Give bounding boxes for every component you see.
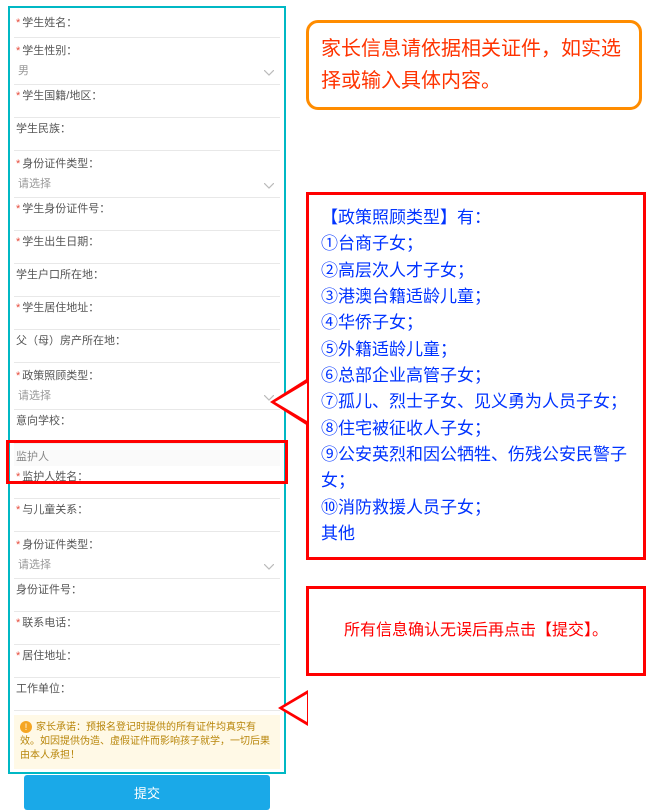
field-guardian-id-type[interactable]: *身份证件类型： 请选择 <box>14 532 280 579</box>
callout2-item-3: ③港澳台籍适龄儿童； <box>321 284 631 310</box>
warning-notice: !家长承诺：预报名登记时提供的所有证件均真实有效。如因提供伪造、虚假证件而影响孩… <box>14 715 280 769</box>
field-hukou[interactable]: 学生户口所在地： <box>14 264 280 297</box>
label-hukou: 学生户口所在地： <box>16 266 278 282</box>
value-id-type: 请选择 <box>16 175 278 191</box>
field-student-gender[interactable]: *学生性别： 男 <box>14 38 280 85</box>
field-student-name[interactable]: *学生姓名： <box>14 10 280 38</box>
label-guardian-idno: 身份证件号： <box>16 581 278 597</box>
callout2-tail <box>270 378 308 426</box>
section-guardian: 监护人 <box>14 443 280 466</box>
label-intended-school: 意向学校： <box>16 412 278 428</box>
field-contact-phone[interactable]: *联系电话： <box>14 612 280 645</box>
callout2-item-10: ⑩消防救援人员子女； <box>321 495 631 521</box>
callout2-item-5: ⑤外籍适龄儿童； <box>321 337 631 363</box>
submit-label: 提交 <box>134 786 160 801</box>
label-student-birth: *学生出生日期： <box>16 233 278 249</box>
warning-text: 家长承诺：预报名登记时提供的所有证件均真实有效。如因提供伪造、虚假证件而影响孩子… <box>20 722 270 761</box>
field-student-idno[interactable]: *学生身份证件号： <box>14 198 280 231</box>
value-guardian-id-type: 请选择 <box>16 556 278 572</box>
submit-button[interactable]: 提交 <box>24 775 270 810</box>
field-nationality[interactable]: *学生国籍/地区： <box>14 85 280 118</box>
field-guardian-idno[interactable]: 身份证件号： <box>14 579 280 612</box>
field-residence[interactable]: *学生居住地址： <box>14 297 280 330</box>
field-student-birth[interactable]: *学生出生日期： <box>14 231 280 264</box>
value-policy-type: 请选择 <box>16 387 278 403</box>
label-child-relation: *与儿童关系： <box>16 501 278 517</box>
callout2-item-8: ⑧住宅被征收人子女； <box>321 416 631 442</box>
label-work-unit: 工作单位： <box>16 680 278 696</box>
form-scroll: *学生姓名： *学生性别： 男 *学生国籍/地区： 学生民族： *身份证件类型：… <box>14 10 280 810</box>
label-policy-type: *政策照顾类型： <box>16 367 278 383</box>
chevron-down-icon <box>264 183 274 189</box>
field-intended-school[interactable]: 意向学校： <box>14 410 280 443</box>
chevron-down-icon <box>264 70 274 76</box>
label-residence: *学生居住地址： <box>16 299 278 315</box>
label-guardian-id-type: *身份证件类型： <box>16 536 278 552</box>
callout3-text: 所有信息确认无误后再点击【提交】。 <box>344 622 608 639</box>
field-ethnicity[interactable]: 学生民族： <box>14 118 280 151</box>
label-student-name: *学生姓名： <box>16 14 278 30</box>
callout2-item-9: ⑨公安英烈和因公牺牲、伤残公安民警子女； <box>321 442 631 495</box>
field-child-relation[interactable]: *与儿童关系： <box>14 499 280 532</box>
field-policy-type[interactable]: *政策照顾类型： 请选择 <box>14 363 280 410</box>
field-guardian-name[interactable]: *监护人姓名： <box>14 466 280 499</box>
callout3-tail <box>278 690 308 726</box>
label-parent-property: 父（母）房产所在地： <box>16 332 278 348</box>
callout-policy-types: 【政策照顾类型】有： ①台商子女； ②高层次人才子女； ③港澳台籍适龄儿童； ④… <box>306 192 646 560</box>
label-residence-addr: *居住地址： <box>16 647 278 663</box>
callout2-item-6: ⑥总部企业高管子女； <box>321 363 631 389</box>
label-student-idno: *学生身份证件号： <box>16 200 278 216</box>
callout-guardian-info: 家长信息请依据相关证件，如实选择或输入具体内容。 <box>306 20 642 110</box>
field-id-type[interactable]: *身份证件类型： 请选择 <box>14 151 280 198</box>
callout2-item-1: ①台商子女； <box>321 231 631 257</box>
label-contact-phone: *联系电话： <box>16 614 278 630</box>
label-guardian-name: *监护人姓名： <box>16 468 278 484</box>
callout1-text: 家长信息请依据相关证件，如实选择或输入具体内容。 <box>321 38 621 92</box>
label-nationality: *学生国籍/地区： <box>16 87 278 103</box>
callout2-item-2: ②高层次人才子女； <box>321 258 631 284</box>
field-residence-addr[interactable]: *居住地址： <box>14 645 280 678</box>
phone-form-frame: *学生姓名： *学生性别： 男 *学生国籍/地区： 学生民族： *身份证件类型：… <box>8 6 286 774</box>
callout2-item-4: ④华侨子女； <box>321 310 631 336</box>
value-student-gender: 男 <box>16 62 278 78</box>
callout-submit-note: 所有信息确认无误后再点击【提交】。 <box>306 586 646 676</box>
label-student-gender: *学生性别： <box>16 42 278 58</box>
callout2-item-11: 其他 <box>321 521 631 547</box>
warning-icon: ! <box>20 721 32 733</box>
field-parent-property[interactable]: 父（母）房产所在地： <box>14 330 280 363</box>
field-work-unit[interactable]: 工作单位： <box>14 678 280 711</box>
callout2-item-7: ⑦孤儿、烈士子女、见义勇为人员子女； <box>321 389 631 415</box>
label-id-type: *身份证件类型： <box>16 155 278 171</box>
label-ethnicity: 学生民族： <box>16 120 278 136</box>
callout2-title: 【政策照顾类型】有： <box>321 205 631 231</box>
chevron-down-icon <box>264 564 274 570</box>
